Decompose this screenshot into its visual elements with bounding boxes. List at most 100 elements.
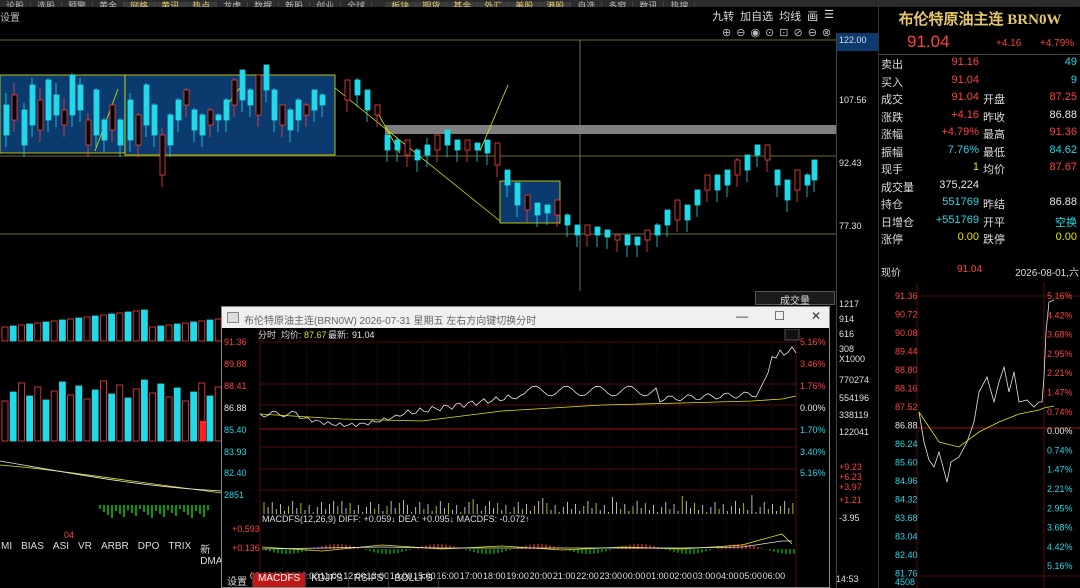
indicator-tab-dpo[interactable]: DPO [138,541,160,555]
quote-row-value2: 84.62 [1049,143,1077,156]
current-price-label: 现价 [881,268,901,279]
indicator-tab-mi[interactable]: MI [1,541,12,555]
quote-row-label: 买入 [881,76,903,89]
mini-left-label: 87.52 [895,402,918,412]
popup-nav-icon[interactable] [784,329,800,341]
toolbar-item-3[interactable]: 画 [806,8,819,24]
axis-vol-3: 616 [839,329,855,339]
indicator-tab-新dma[interactable]: 新DMA [200,541,222,567]
popup-avg-value: 87.67 [304,330,327,340]
quote-row-value: 0.00 [957,231,979,243]
resistance-band [385,125,836,134]
mini-right-label: 2.21% [1047,484,1073,494]
mini-right-label: 5.16% [1047,561,1073,571]
popup-tab-rsifs[interactable]: RSIFS [349,573,390,587]
intraday-chart[interactable]: 分时 均价: 87.67 最新: 91.04 MACDFS(12,26,9) D… [222,329,829,587]
maximize-button[interactable]: ☐ [774,309,785,323]
popup-right-pct: 0.00% [800,403,826,413]
menu-item-21[interactable]: 数讯 [633,2,665,7]
quote-row-label2: 均价 [983,164,1005,176]
popup-right-pct: 5.16% [800,468,826,478]
quote-row-value2: 49 [1064,56,1077,68]
indicator-tab-asi[interactable]: ASI [53,541,69,555]
quote-row: 成交 91.04 开盘 87.25 [881,91,1079,108]
mini-left-label: 82.40 [895,550,918,560]
quote-row-value: 551769 [942,196,979,208]
quote-row: 买入 91.04 9 [881,74,1079,91]
menu-item-7[interactable]: 龙虎 [217,2,249,7]
quote-row-value2: 9 [1070,73,1077,86]
menu-item-13[interactable]: 板块 [385,2,417,7]
mini-left-label: 85.60 [895,458,918,468]
mini-right-label: 0.74% [1047,445,1073,455]
popup-tab-设置[interactable]: 设置 [222,573,253,588]
mini-right-label: 1.47% [1047,465,1073,475]
menu-item-19[interactable]: 自选 [571,2,603,7]
axis-pct-5: -3.95 [839,513,860,523]
quote-row-value: 7.76% [947,143,979,156]
menu-item-6[interactable]: 热点 [186,2,218,7]
menu-item-15[interactable]: 基金 [447,2,479,7]
quote-row-label: 成交量 [881,181,914,194]
toolbar-item-2[interactable]: 均线 [778,8,802,24]
popup-right-pct: 5.16% [800,337,826,347]
settings-label[interactable]: 设置 [0,9,20,24]
indicator-tab-trix[interactable]: TRIX [168,541,191,555]
instrument-title: 布伦特原油主连 BRN0W [898,12,1062,28]
popup-tab-kdjfs[interactable]: KDJFS [306,573,349,587]
popup-tab-macdfs[interactable]: MACDFS [253,573,307,587]
menu-item-10[interactable]: 创业 [310,2,342,7]
quote-row-value: 91.16 [951,56,979,68]
intraday-popup-window[interactable]: 布伦特原油主连(BRN0W) 2026-07-31 星期五 左右方向键切换分时 … [221,306,830,588]
popup-titlebar[interactable]: 布伦特原油主连(BRN0W) 2026-07-31 星期五 左右方向键切换分时 … [222,307,829,328]
menu-item-18[interactable]: 港股 [540,2,572,7]
menu-item-2[interactable]: 预警 [62,2,94,7]
menu-item-1[interactable]: 选股 [31,2,63,7]
popup-tab-bollfs[interactable]: BOLLFS [389,573,439,587]
volume-dropdown[interactable]: 成交量 [755,291,835,307]
menu-item-3[interactable]: 黄金 [93,2,125,7]
menu-item-8[interactable]: 数据 [248,2,280,7]
minimize-button[interactable]: — [736,309,748,323]
close-button[interactable]: ✕ [811,309,821,323]
menu-item-14[interactable]: 期货 [416,2,448,7]
menu-item-17[interactable]: 美股 [509,2,541,7]
quote-row-label: 涨幅 [881,129,903,141]
popup-right-pct: 3.40% [800,447,826,457]
menu-item-5[interactable]: 黄讯 [155,2,187,7]
quote-row-label2: 昨结 [983,199,1005,211]
quote-row-value: 91.04 [951,73,979,86]
mini-left-label: 83.68 [895,513,918,523]
axis-pct-3: +3.97 [839,482,862,492]
indicator-tab-vr[interactable]: VR [78,541,92,555]
menu-item-20[interactable]: 多窗 [602,2,634,7]
axis-vol-1: 1217 [839,299,860,309]
axis-oi-1: 770274 [839,375,870,385]
indicator-tab-arbr[interactable]: ARBR [101,541,129,555]
mini-right-label: 1.47% [1047,388,1073,398]
axis-price-2: 107.56 [839,95,867,105]
menu-item-16[interactable]: 外汇 [478,2,510,7]
menu-item-0[interactable]: 论股 [0,2,32,7]
quote-row-value2: 空换 [1055,216,1077,229]
popup-left-price: 2851 [224,490,244,500]
kline-chart[interactable]: 101.34-98.99 [0,33,836,291]
mini-right-label: 4.42% [1047,310,1073,320]
indicator-tab-bias[interactable]: BIAS [21,541,44,555]
menu-item-4[interactable]: 网格 [124,2,156,7]
menu-item-11[interactable]: 全球 [341,2,373,7]
mini-left-label: 86.24 [895,439,918,449]
toolbar-item-1[interactable]: 加自选 [739,8,774,24]
quote-row-label2: 开盘 [983,94,1005,106]
toolbar-item-0[interactable]: 九转 [711,8,735,24]
toolbar-item-4[interactable]: ☰ [823,8,835,24]
axis-vol-2: 914 [839,314,855,324]
popup-avg-label: 均价: [281,329,302,340]
axis-price-1: 122.00 [839,35,867,45]
macd-left-label: +0.136 [232,543,260,553]
popup-left-price: 85.40 [224,425,247,435]
mini-right-label: 3.68% [1047,523,1073,533]
menu-item-9[interactable]: 新股 [279,2,311,7]
menu-item-22[interactable]: 热搜 [664,2,696,7]
price-change: +4.16 [996,38,1022,49]
